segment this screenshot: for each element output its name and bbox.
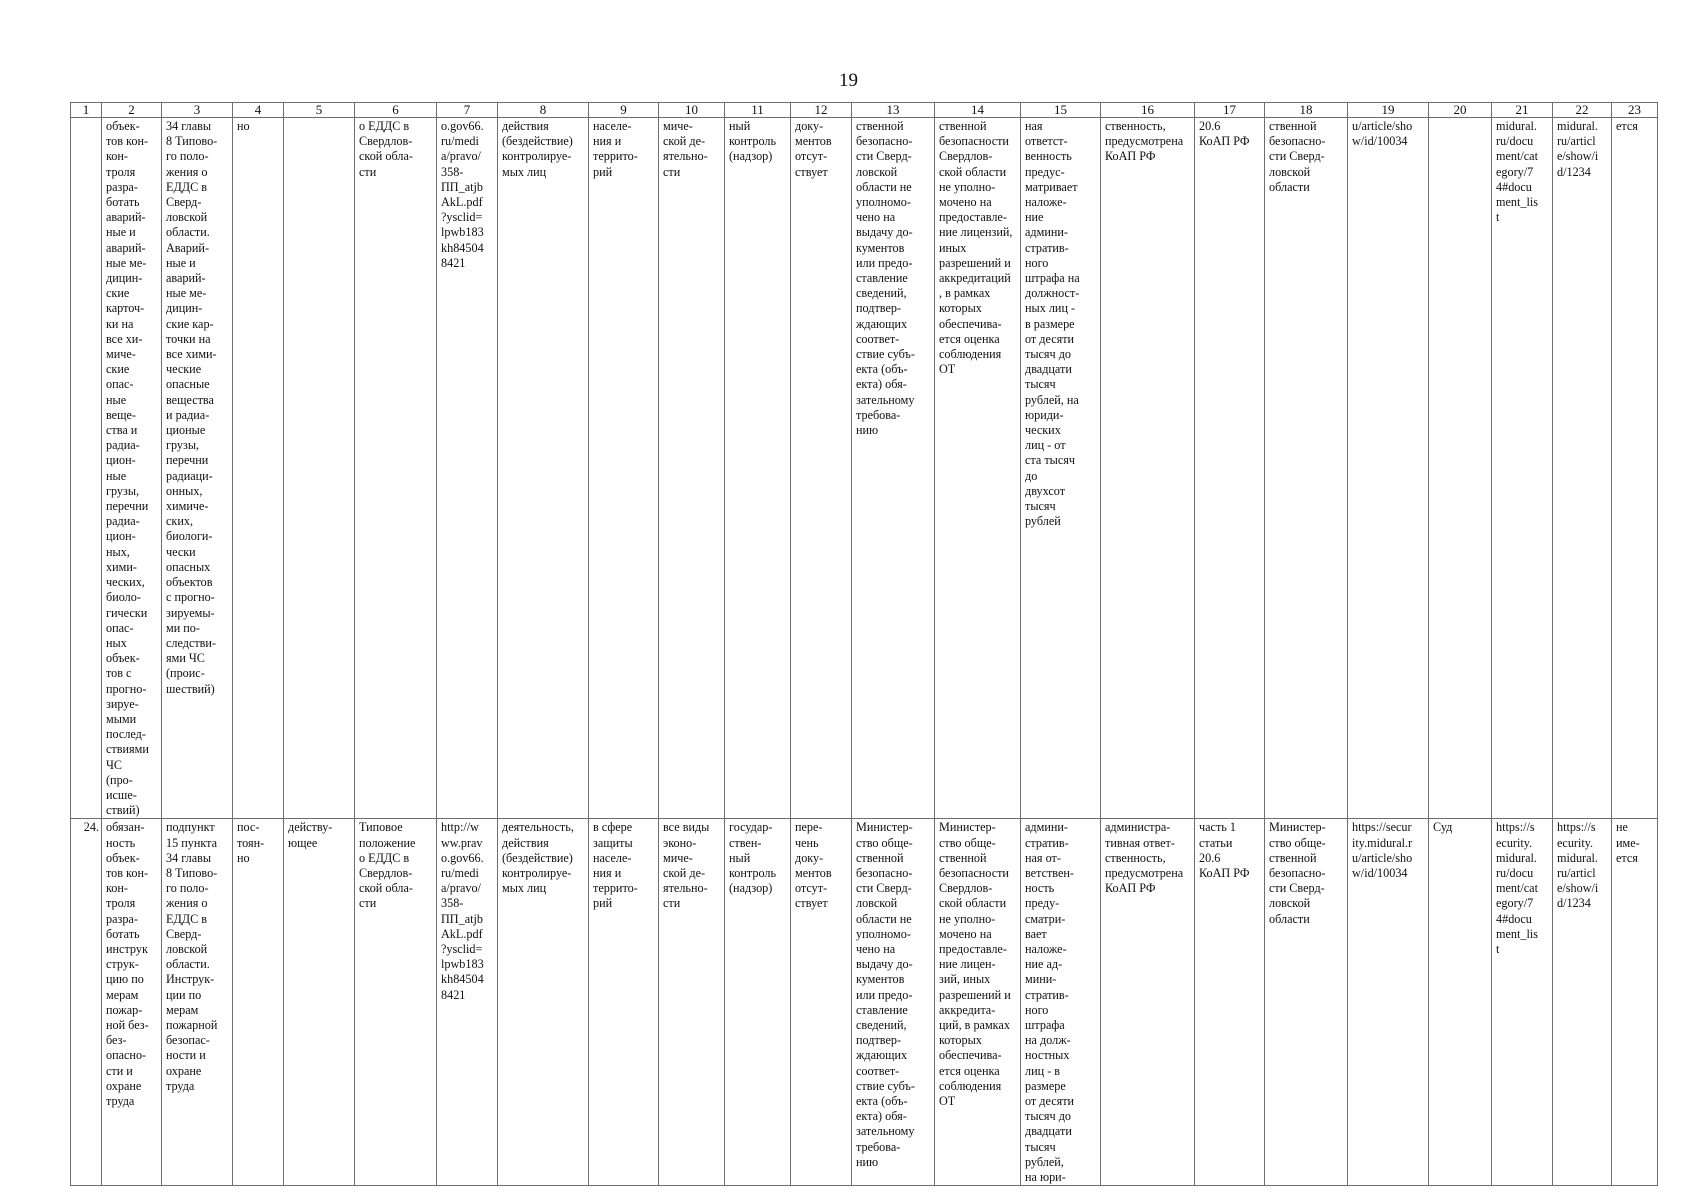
table-cell-col-11: ный контроль (надзор) bbox=[724, 116, 791, 820]
column-number-8: 8 bbox=[497, 102, 589, 118]
column-number-2: 2 bbox=[101, 102, 162, 118]
table-cell-col-5 bbox=[283, 116, 355, 820]
table-cell-col-19: u/article/sho w/id/10034 bbox=[1347, 116, 1429, 820]
column-number-18: 18 bbox=[1264, 102, 1348, 118]
column-number-7: 7 bbox=[436, 102, 498, 118]
page-number: 19 bbox=[839, 70, 858, 91]
register-table: 1 2 3 4 5 6 7 8 9 10 11 12 13 14 15 16 17 18 19 20 21 22 23 об… bbox=[70, 102, 1658, 1187]
table-cell-col-1: 24. bbox=[70, 818, 102, 1187]
column-number-20: 20 bbox=[1428, 102, 1492, 118]
table-cell-col-5: действу- ющее bbox=[283, 818, 355, 1187]
table-cell-col-15: ная ответст- венность предус- матривает … bbox=[1020, 116, 1101, 820]
table-cell-col-15: админи- стратив- ная от- ветствен- ность… bbox=[1020, 818, 1101, 1187]
column-number-16: 16 bbox=[1100, 102, 1195, 118]
table-cell-col-12: доку- ментов отсут- ствует bbox=[790, 116, 852, 820]
table-cell-col-6: о ЕДДС в Свердлов- ской обла- сти bbox=[354, 116, 437, 820]
table-cell-col-10: миче- ской де- ятельно- сти bbox=[658, 116, 725, 820]
table-cell-col-9: населе- ния и террито- рий bbox=[588, 116, 659, 820]
table-cell-col-2: объек- тов кон- кон- троля разра- ботать… bbox=[101, 116, 162, 820]
column-number-12: 12 bbox=[790, 102, 852, 118]
column-number-21: 21 bbox=[1491, 102, 1553, 118]
table-cell-col-9: в сфере защиты населе- ния и террито- ри… bbox=[588, 818, 659, 1187]
column-number-17: 17 bbox=[1194, 102, 1265, 118]
table-cell-col-3: подпункт 15 пункта 34 главы 8 Типово- го… bbox=[161, 818, 233, 1187]
table-cell-col-10: все виды эконо- миче- ской де- ятельно- … bbox=[658, 818, 725, 1187]
column-number-row: 1 2 3 4 5 6 7 8 9 10 11 12 13 14 15 16 17 18 19 20 21 22 23 bbox=[70, 102, 1658, 118]
column-number-6: 6 bbox=[354, 102, 437, 118]
table-cell-col-18: Министер- ство обще- ственной безопасно-… bbox=[1264, 818, 1348, 1187]
table-cell-col-6: Типовое положение о ЕДДС в Свердлов- ско… bbox=[354, 818, 437, 1187]
column-number-19: 19 bbox=[1347, 102, 1429, 118]
table-cell-col-22: https://s ecurity. midural. ru/articl e/… bbox=[1552, 818, 1612, 1187]
table-cell-col-3: 34 главы 8 Типово- го поло- жения о ЕДДС… bbox=[161, 116, 233, 820]
table-row: объек- тов кон- кон- троля разра- ботать… bbox=[70, 116, 1658, 820]
table-row: 24. обязан- ность объек- тов кон- кон- тр… bbox=[70, 818, 1658, 1187]
table-cell-col-4: но bbox=[232, 116, 284, 820]
table-cell-col-18: ственной безопасно- сти Сверд- ловской о… bbox=[1264, 116, 1348, 820]
column-number-15: 15 bbox=[1020, 102, 1101, 118]
table-cell-col-4: пос- тоян- но bbox=[232, 818, 284, 1187]
table-cell-col-1 bbox=[70, 116, 102, 820]
table-cell-col-20: Суд bbox=[1428, 818, 1492, 1187]
table-cell-col-23: не име- ется bbox=[1611, 818, 1658, 1187]
table-cell-col-20 bbox=[1428, 116, 1492, 820]
table-cell-col-19: https://secur ity.midural.r u/article/sh… bbox=[1347, 818, 1429, 1187]
column-number-10: 10 bbox=[658, 102, 725, 118]
table-cell-col-13: Министер- ство обще- ственной безопасно-… bbox=[851, 818, 935, 1187]
column-number-3: 3 bbox=[161, 102, 233, 118]
column-number-9: 9 bbox=[588, 102, 659, 118]
table-cell-col-2: обязан- ность объек- тов кон- кон- троля… bbox=[101, 818, 162, 1187]
table-cell-col-22: midural. ru/articl e/show/i d/1234 bbox=[1552, 116, 1612, 820]
table-cell-col-11: государ- ствен- ный контроль (надзор) bbox=[724, 818, 791, 1187]
table-cell-col-14: Министер- ство обще- ственной безопаснос… bbox=[934, 818, 1021, 1187]
table-cell-col-23: ется bbox=[1611, 116, 1658, 820]
table-cell-col-8: деятельность, действия (бездействие) кон… bbox=[497, 818, 589, 1187]
table-cell-col-8: действия (бездействие) контролируе- мых … bbox=[497, 116, 589, 820]
column-number-14: 14 bbox=[934, 102, 1021, 118]
column-number-1: 1 bbox=[70, 102, 102, 118]
table-cell-col-21: midural. ru/docu ment/cat egory/7 4#docu… bbox=[1491, 116, 1553, 820]
column-number-11: 11 bbox=[724, 102, 791, 118]
column-number-4: 4 bbox=[232, 102, 284, 118]
table-cell-col-12: пере- чень доку- ментов отсут- ствует bbox=[790, 818, 852, 1187]
table-cell-col-17: часть 1 статьи 20.6 КоАП РФ bbox=[1194, 818, 1265, 1187]
table-cell-col-21: https://s ecurity. midural. ru/docu ment… bbox=[1491, 818, 1553, 1187]
table-cell-col-7: o.gov66. ru/medi a/pravo/ 358- ПП_atjb A… bbox=[436, 116, 498, 820]
column-number-23: 23 bbox=[1611, 102, 1658, 118]
table-cell-col-16: ственность, предусмотрена КоАП РФ bbox=[1100, 116, 1195, 820]
table-cell-col-16: администра- тивная ответ- ственность, пр… bbox=[1100, 818, 1195, 1187]
column-number-5: 5 bbox=[283, 102, 355, 118]
table-cell-col-14: ственной безопасности Свердлов- ской обл… bbox=[934, 116, 1021, 820]
table-cell-col-7: http://w ww.prav o.gov66. ru/medi a/prav… bbox=[436, 818, 498, 1187]
column-number-13: 13 bbox=[851, 102, 935, 118]
column-number-22: 22 bbox=[1552, 102, 1612, 118]
table-cell-col-17: 20.6 КоАП РФ bbox=[1194, 116, 1265, 820]
table-cell-col-13: ственной безопасно- сти Сверд- ловской о… bbox=[851, 116, 935, 820]
